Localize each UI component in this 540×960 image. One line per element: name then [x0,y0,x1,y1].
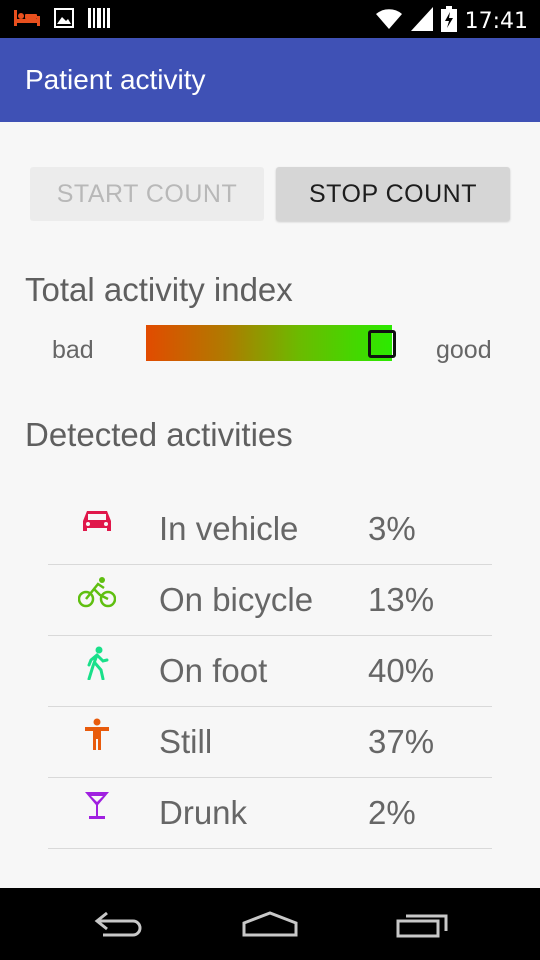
bed-icon [14,8,40,33]
activity-row-still: Still 37% [48,707,492,778]
standing-person-icon [78,717,116,751]
bicycle-icon [78,575,116,609]
activity-percent: 37% [368,723,435,760]
navigation-bar [0,888,540,960]
back-icon[interactable] [90,904,150,944]
activity-label: On bicycle [159,581,314,618]
stop-count-button[interactable]: STOP COUNT [276,167,510,221]
car-icon [78,504,116,538]
walking-icon [78,646,116,680]
app-bar: Patient activity [0,38,540,122]
activity-label: Drunk [159,794,248,831]
wifi-icon [375,7,403,36]
activity-percent: 13% [368,581,435,618]
cocktail-icon [78,788,116,822]
divider [48,848,492,849]
status-bar: 17:41 [0,0,540,38]
activity-row-on-bicycle: On bicycle 13% [48,565,492,636]
bad-label: bad [52,336,94,364]
activity-percent: 3% [368,510,416,547]
activity-percent: 2% [368,794,416,831]
activity-label: On foot [159,652,268,689]
app-title: Patient activity [25,64,206,95]
activity-percent: 40% [368,652,435,689]
activity-row-on-foot: On foot 40% [48,636,492,707]
home-icon[interactable] [240,904,300,944]
image-icon [54,8,74,33]
activity-index-marker [368,330,397,358]
activity-row-drunk: Drunk 2% [48,778,492,849]
barcode-icon [88,8,110,33]
activity-index-bar [146,325,392,361]
detected-activities-title: Detected activities [25,416,293,453]
total-activity-title: Total activity index [25,271,293,308]
status-time: 17:41 [464,9,528,34]
activity-label: In vehicle [159,510,299,547]
signal-icon [410,7,433,36]
good-label: good [436,336,492,364]
activity-row-in-vehicle: In vehicle 3% [48,494,492,565]
start-count-button[interactable]: START COUNT [30,167,264,221]
recents-icon[interactable] [392,904,452,944]
battery-icon [440,6,457,37]
activity-label: Still [159,723,213,760]
